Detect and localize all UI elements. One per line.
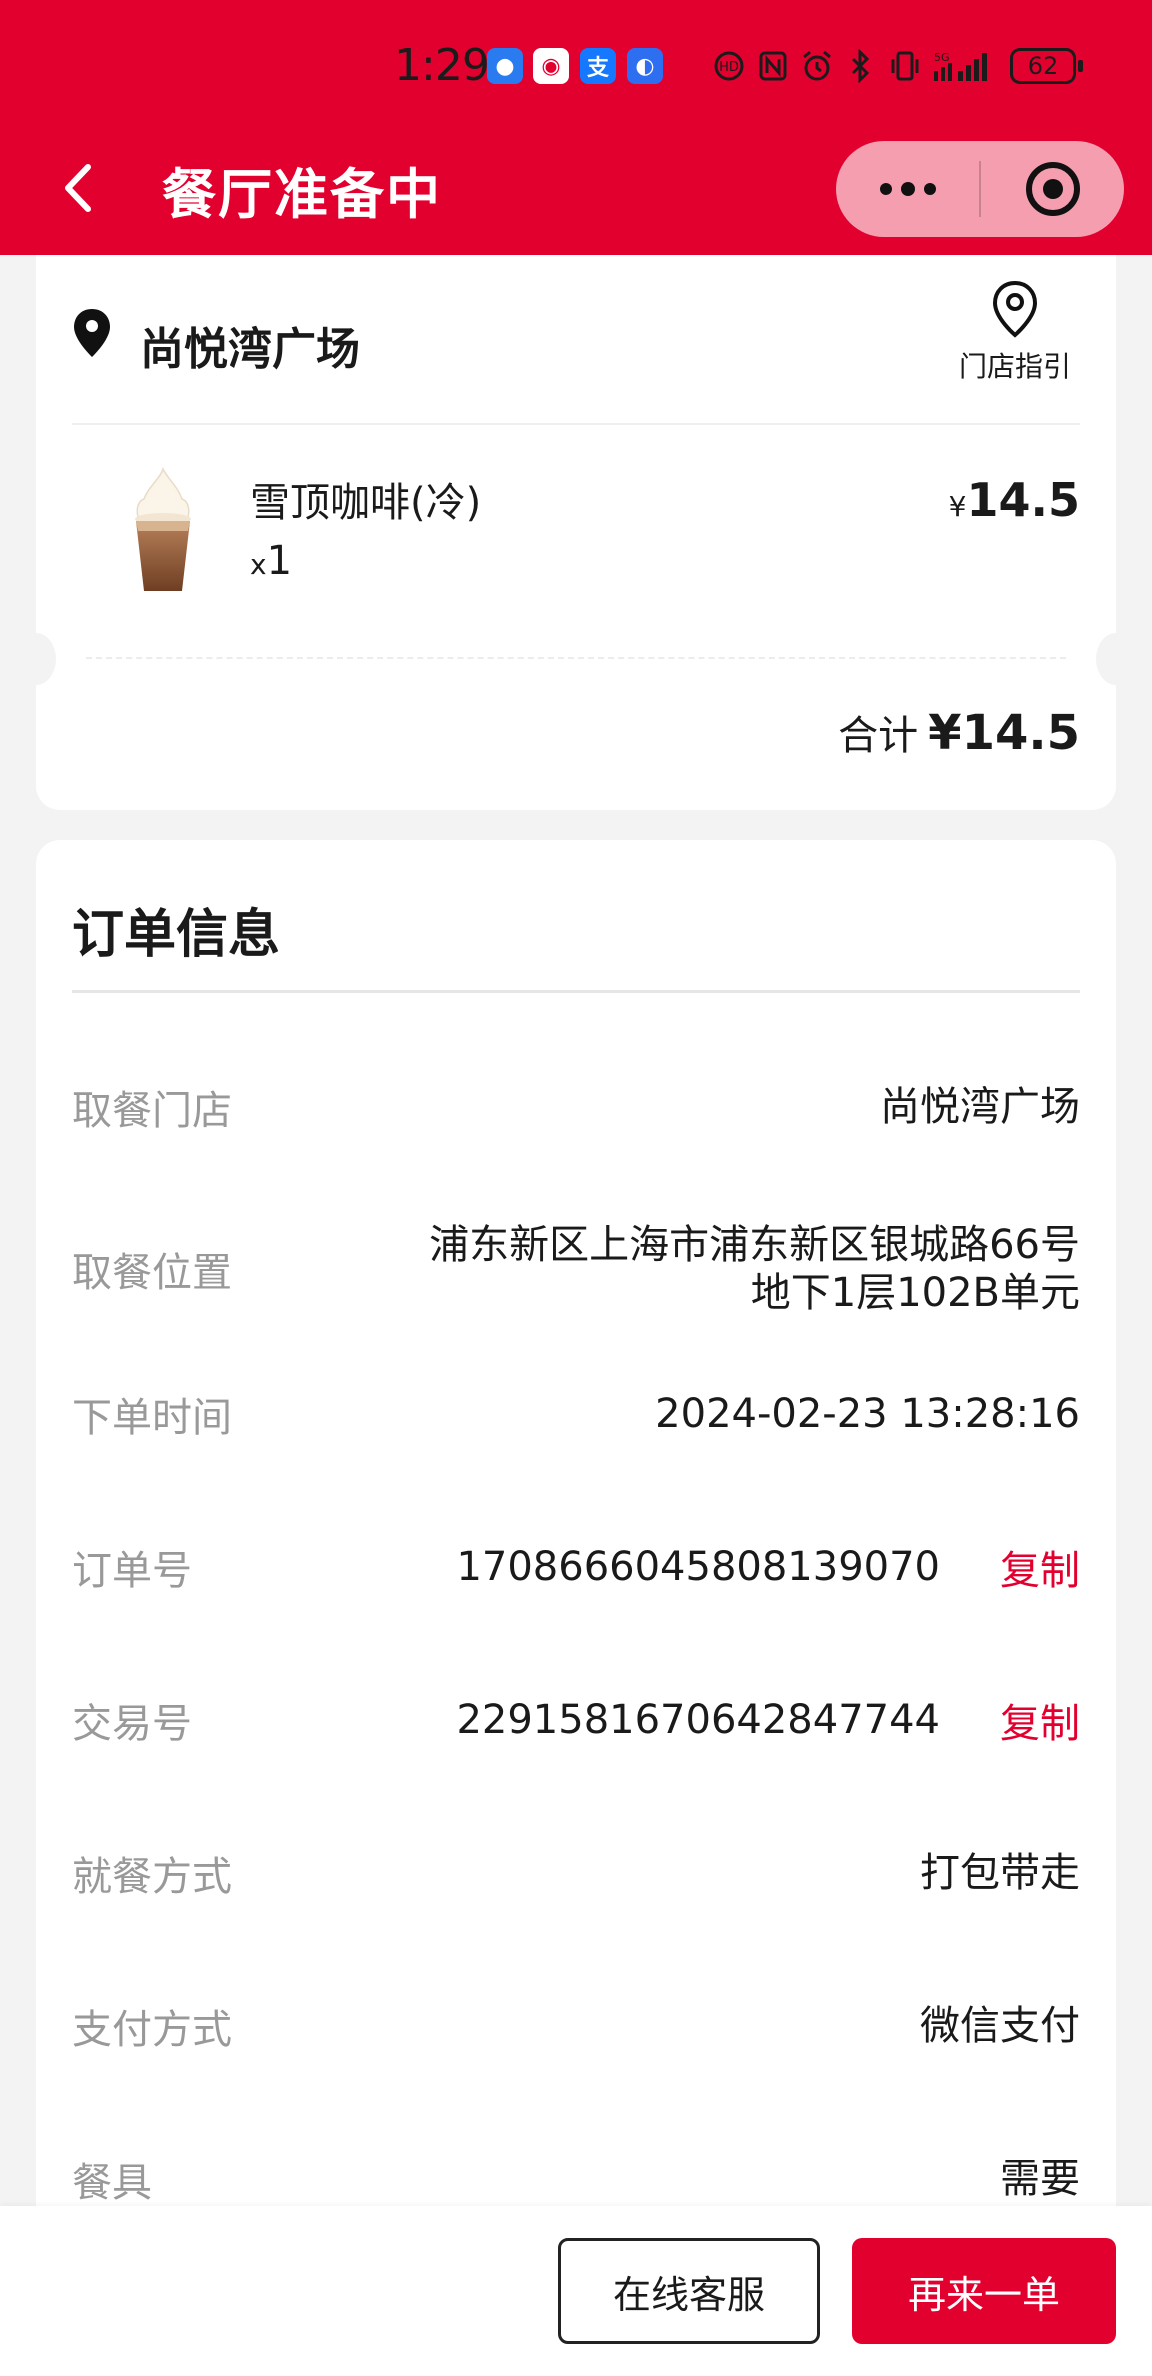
- hd-icon: HD: [712, 49, 746, 83]
- top-bar: 1:29 ● ◉ 支 ◐ HD 5G 62 餐厅准备中: [0, 0, 1152, 255]
- alarm-icon: [800, 49, 834, 83]
- info-value: 微信支付: [920, 2003, 1080, 2049]
- currency-symbol: ¥: [948, 490, 967, 523]
- product-image: [135, 466, 191, 591]
- app-notification-1-icon: ●: [487, 48, 523, 84]
- target-close-icon: [1025, 162, 1080, 216]
- info-value: 浦东新区上海市浦东新区银城路66号 地下1层102B单元: [429, 1221, 1080, 1317]
- status-time: 1:29: [394, 40, 490, 91]
- nfc-icon: [756, 49, 790, 83]
- product-price: ¥14.5: [949, 473, 1080, 527]
- order-total: 合计 ¥14.5: [838, 703, 1080, 761]
- alipay-icon: 支: [580, 48, 616, 84]
- bluetooth-icon: [844, 49, 878, 83]
- dashed-divider: [86, 657, 1066, 659]
- transaction-number-value: 2291581670642847744: [456, 1697, 940, 1743]
- app-notification-4-icon: ◐: [627, 48, 663, 84]
- back-button[interactable]: [58, 160, 98, 216]
- more-button[interactable]: [836, 141, 979, 237]
- vibrate-icon: [888, 49, 922, 83]
- quantity-prefix: x: [250, 548, 267, 581]
- bottom-action-bar: 在线客服 再来一单: [0, 2206, 1152, 2376]
- info-divider: [72, 990, 1080, 993]
- page-title: 餐厅准备中: [162, 163, 442, 226]
- info-label: 支付方式: [72, 2007, 232, 2053]
- price-value: 14.5: [966, 473, 1081, 527]
- info-row-payment-method: 支付方式 微信支付: [72, 1986, 1080, 2066]
- status-icons: HD 5G: [712, 46, 996, 86]
- info-row-pickup-location: 取餐位置 浦东新区上海市浦东新区银城路66号 地下1层102B单元: [72, 1221, 1080, 1317]
- info-value: 打包带走: [920, 1850, 1080, 1896]
- address-line-1: 浦东新区上海市浦东新区银城路66号: [429, 1222, 1080, 1268]
- product-quantity: x1: [250, 538, 292, 584]
- info-row-order-number: 订单号 1708666045808139070 复制: [72, 1527, 1080, 1607]
- store-guide-label: 门店指引: [958, 350, 1071, 383]
- total-label: 合计: [838, 713, 919, 759]
- mini-program-capsule: [836, 141, 1124, 237]
- address-line-2: 地下1层102B单元: [750, 1270, 1080, 1316]
- product-name: 雪顶咖啡(冷): [250, 480, 482, 526]
- quantity-value: 1: [266, 538, 293, 584]
- location-pin-icon: [74, 309, 110, 357]
- order-number-value: 1708666045808139070: [456, 1544, 940, 1590]
- info-row-transaction-number: 交易号 2291581670642847744 复制: [72, 1680, 1080, 1760]
- info-row-pickup-store: 取餐门店 尚悦湾广场: [72, 1067, 1080, 1147]
- info-label: 订单号: [72, 1548, 192, 1594]
- info-row-dining-method: 就餐方式 打包带走: [72, 1833, 1080, 1913]
- info-value: 需要: [1000, 2156, 1080, 2202]
- close-mini-program-button[interactable]: [981, 141, 1124, 237]
- ticket-notch-left: [16, 633, 56, 685]
- battery-level: 62: [1027, 52, 1059, 80]
- total-amount: ¥14.5: [928, 705, 1080, 761]
- battery-indicator: 62: [1010, 48, 1083, 84]
- info-row-order-time: 下单时间 2024-02-23 13:28:16: [72, 1374, 1080, 1454]
- store-guide-button[interactable]: 门店指引: [950, 275, 1080, 385]
- chevron-left-icon: [65, 164, 91, 212]
- ticket-notch-right: [1096, 633, 1136, 685]
- signal-icon: 5G: [932, 49, 996, 83]
- app-notification-2-icon: ◉: [533, 48, 569, 84]
- map-pin-outline-icon: [992, 280, 1038, 338]
- divider: [72, 423, 1080, 425]
- more-dots-icon: [879, 182, 936, 196]
- info-label: 取餐门店: [72, 1088, 232, 1134]
- order-summary-card: 尚悦湾广场 门店指引 雪顶咖啡(冷) x1 ¥14.5 合计 ¥14.5: [16, 255, 1136, 810]
- status-bar: 1:29 ● ◉ 支 ◐ HD 5G 62: [0, 0, 1152, 135]
- info-value: 尚悦湾广场: [880, 1084, 1080, 1130]
- order-info-title: 订单信息: [72, 905, 281, 965]
- store-row: 尚悦湾广场 门店指引: [72, 275, 1080, 383]
- copy-order-number-button[interactable]: 复制: [1000, 1538, 1080, 1596]
- order-info-card: 订单信息 取餐门店 尚悦湾广场 取餐位置 浦东新区上海市浦东新区银城路66号 地下…: [36, 840, 1116, 2320]
- copy-transaction-number-button[interactable]: 复制: [1000, 1691, 1080, 1749]
- reorder-button[interactable]: 再来一单: [852, 2238, 1116, 2344]
- store-name: 尚悦湾广场: [140, 324, 360, 375]
- info-label: 就餐方式: [72, 1854, 232, 1900]
- info-value: 2024-02-23 13:28:16: [655, 1391, 1080, 1437]
- svg-text:HD: HD: [719, 60, 739, 75]
- online-service-button[interactable]: 在线客服: [558, 2238, 820, 2344]
- info-label: 餐具: [72, 2160, 152, 2206]
- network-label: 5G: [934, 51, 950, 64]
- info-label: 取餐位置: [72, 1250, 232, 1296]
- info-label: 下单时间: [72, 1395, 232, 1441]
- info-label: 交易号: [72, 1701, 192, 1747]
